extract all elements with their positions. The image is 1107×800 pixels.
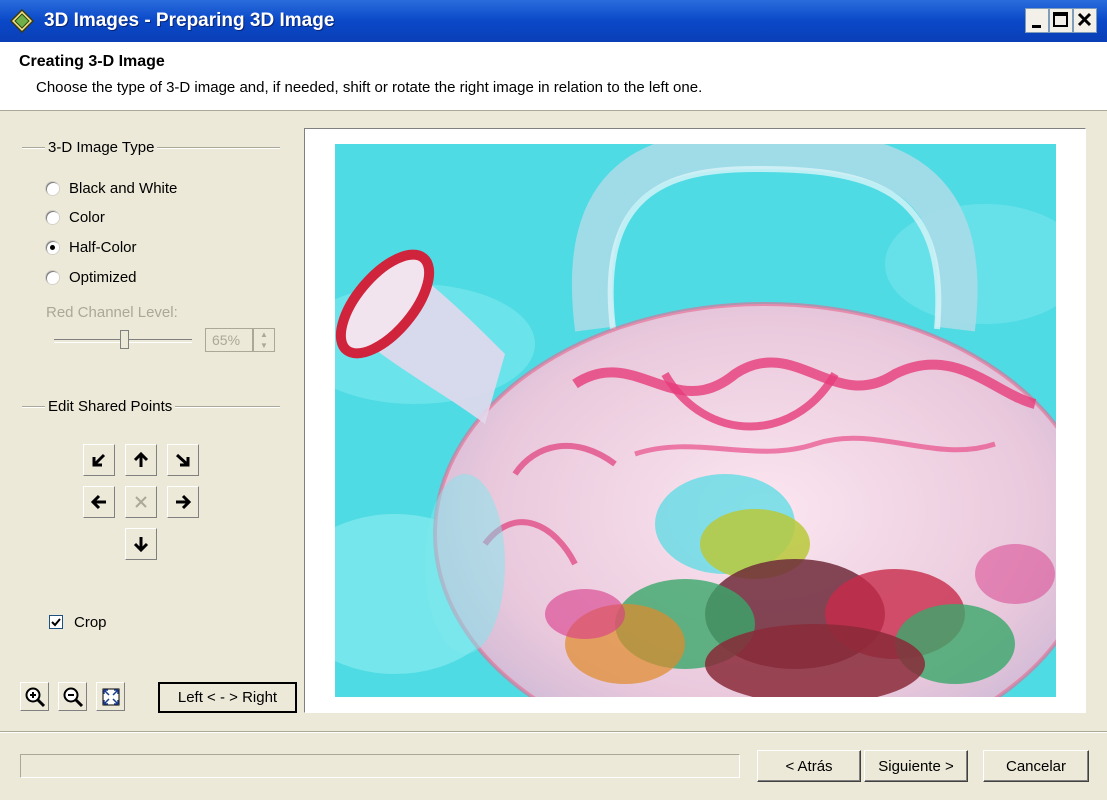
cancel-button[interactable]: Cancelar [983, 750, 1089, 782]
image-preview-panel [304, 128, 1086, 713]
page-description: Choose the type of 3-D image and, if nee… [36, 79, 703, 96]
arrow-up-left-icon [92, 453, 106, 467]
arrow-down-icon [133, 537, 149, 553]
move-down-button[interactable] [125, 528, 157, 560]
spin-down-icon: ▼ [260, 341, 268, 350]
crop-label[interactable]: Crop [74, 614, 107, 631]
arrow-down-right-icon [175, 453, 190, 467]
fit-window-icon [102, 688, 119, 705]
progress-bar [20, 754, 740, 778]
zoom-out-icon [63, 687, 83, 707]
maximize-icon [1053, 12, 1068, 27]
radio-label-half-color[interactable]: Half-Color [69, 239, 137, 256]
move-up-left-button[interactable] [83, 444, 115, 476]
radio-label-optimized[interactable]: Optimized [69, 269, 137, 286]
wizard-header: Creating 3-D Image Choose the type of 3-… [0, 42, 1107, 111]
shared-points-label: Edit Shared Points [45, 398, 176, 415]
arrow-up-icon [133, 451, 149, 467]
red-channel-value-field[interactable]: 65% [205, 328, 253, 352]
app-icon [10, 9, 34, 33]
radio-label-color[interactable]: Color [69, 209, 105, 226]
move-right-button[interactable] [167, 486, 199, 518]
zoom-out-button[interactable] [58, 682, 87, 711]
maximize-button[interactable] [1049, 8, 1073, 33]
image-type-label: 3-D Image Type [45, 139, 158, 156]
radio-color[interactable] [46, 211, 59, 224]
reset-button[interactable] [125, 486, 157, 518]
radio-label-black-and-white[interactable]: Black and White [69, 180, 177, 197]
move-up-button[interactable] [125, 444, 157, 476]
radio-optimized[interactable] [46, 271, 59, 284]
minimize-button[interactable] [1025, 8, 1049, 33]
red-channel-spinner[interactable]: ▲ ▼ [253, 328, 275, 352]
fit-to-window-button[interactable] [96, 682, 125, 711]
checkmark-icon [51, 618, 61, 627]
arrow-right-icon [176, 494, 192, 510]
close-button[interactable] [1073, 8, 1097, 33]
red-channel-label: Red Channel Level: [46, 304, 178, 321]
close-x-icon [135, 496, 147, 508]
rotate-down-right-button[interactable] [167, 444, 199, 476]
title-bar: 3D Images - Preparing 3D Image [0, 0, 1107, 42]
swap-left-right-button[interactable]: Left < - > Right [158, 682, 297, 713]
radio-selected-dot [50, 245, 55, 250]
move-left-button[interactable] [83, 486, 115, 518]
minimize-icon [1032, 25, 1041, 28]
page-title: Creating 3-D Image [19, 53, 165, 70]
close-icon [1077, 12, 1092, 27]
crop-checkbox[interactable] [49, 615, 63, 629]
radio-half-color[interactable] [46, 241, 59, 254]
footer-divider [0, 731, 1107, 733]
radio-black-and-white[interactable] [46, 182, 59, 195]
next-button[interactable]: Siguiente > [864, 750, 968, 782]
zoom-in-button[interactable] [20, 682, 49, 711]
zoom-in-icon [25, 687, 45, 707]
red-channel-slider-thumb[interactable] [120, 330, 129, 349]
window-title: 3D Images - Preparing 3D Image [44, 10, 335, 31]
anaglyph-preview-image[interactable] [335, 144, 1056, 697]
spin-up-icon: ▲ [260, 330, 268, 339]
arrow-left-icon [90, 494, 106, 510]
back-button[interactable]: < Atrás [757, 750, 861, 782]
